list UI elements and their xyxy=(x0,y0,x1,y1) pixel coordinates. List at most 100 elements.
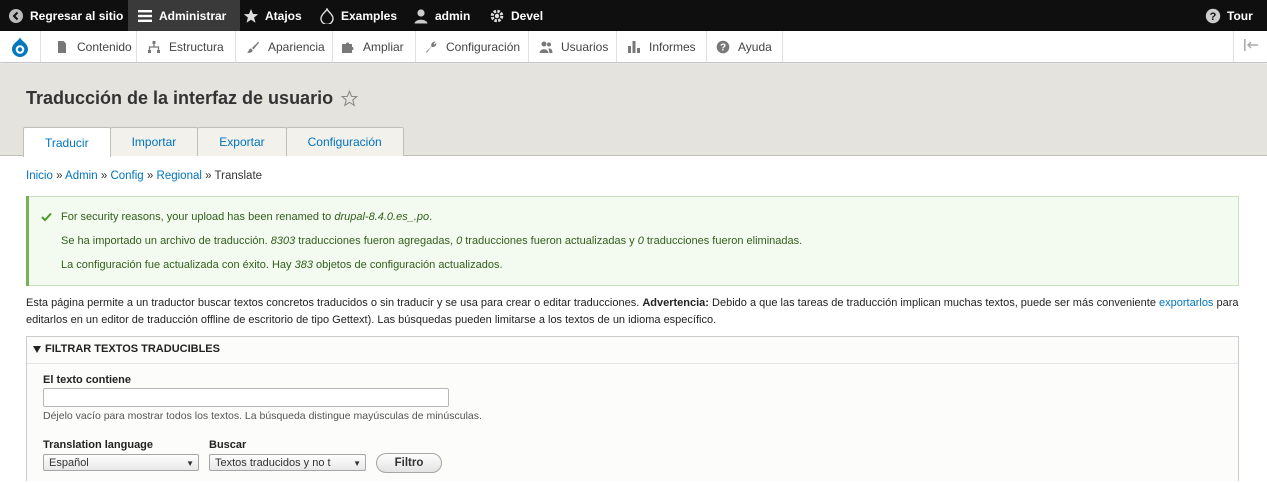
menu-item-configuracion-label: Configuración xyxy=(446,39,521,54)
added-count: 8303 xyxy=(270,235,296,247)
menu-item-apariencia-label: Apariencia xyxy=(268,39,325,54)
devel-label: Devel xyxy=(511,8,544,23)
hamburger-icon xyxy=(137,8,153,24)
breadcrumb-separator: » xyxy=(205,170,212,182)
breadcrumb-admin[interactable]: Admin xyxy=(65,170,98,182)
page-title-text: Traducción de la interfaz de usuario xyxy=(26,88,334,108)
help-icon: ? xyxy=(716,40,730,54)
tab-exportar[interactable]: Exportar xyxy=(197,127,287,156)
text-contains-input[interactable] xyxy=(43,388,449,407)
dropdown-arrow-icon: ▼ xyxy=(186,459,194,468)
intro-help-text: Esta página permite a un traductor busca… xyxy=(26,295,1241,328)
menu-item-contenido-label: Contenido xyxy=(77,39,132,54)
star-icon xyxy=(243,8,259,24)
drupal-drop-icon xyxy=(319,7,335,24)
status-text: objetos de configuración actualizados. xyxy=(312,259,503,271)
paintbrush-icon xyxy=(246,40,260,54)
config-object-count: 383 xyxy=(294,259,313,271)
examples-tab[interactable]: Examples xyxy=(319,0,397,31)
page-title: Traducción de la interfaz de usuario xyxy=(26,88,359,109)
tour-button[interactable]: ? Tour xyxy=(1205,0,1253,31)
menu-item-ayuda-label: Ayuda xyxy=(738,39,772,54)
tab-importar[interactable]: Importar xyxy=(109,127,199,156)
text-contains-description: Déjelo vacío para mostrar todos los text… xyxy=(43,410,482,422)
shortcuts-tab[interactable]: Atajos xyxy=(243,0,302,31)
menu-item-informes-label: Informes xyxy=(649,39,696,54)
menu-item-ayuda[interactable]: ? Ayuda xyxy=(707,31,783,62)
status-text: traducciones fueron agregadas, xyxy=(295,235,457,247)
question-icon: ? xyxy=(1205,8,1221,24)
wrench-icon xyxy=(424,40,438,54)
manage-tab[interactable]: Administrar xyxy=(128,0,241,31)
status-text: traducciones fueron actualizadas y xyxy=(462,235,638,247)
back-arrow-icon xyxy=(8,8,24,24)
menu-item-estructura-label: Estructura xyxy=(169,39,224,54)
status-accent-bar xyxy=(26,196,29,286)
warning-label: Advertencia: xyxy=(642,297,709,309)
user-tab[interactable]: admin xyxy=(413,0,470,31)
menu-item-ampliar-label: Ampliar xyxy=(363,39,404,54)
tab-configuracion[interactable]: Configuración xyxy=(285,127,404,156)
back-to-site-link[interactable]: Regresar al sitio xyxy=(8,0,123,31)
breadcrumb-separator: » xyxy=(146,170,154,182)
breadcrumb-separator: » xyxy=(100,170,108,182)
menu-item-contenido[interactable]: Contenido xyxy=(41,31,137,62)
filter-legend-toggle[interactable]: FILTRAR TEXTOS TRADUCIBLES xyxy=(33,343,220,355)
language-label: Translation language xyxy=(43,439,154,451)
language-select[interactable]: Español ▼ xyxy=(43,454,199,471)
menu-item-configuracion[interactable]: Configuración xyxy=(416,31,529,62)
collapse-icon xyxy=(1243,39,1259,54)
tab-traducir[interactable]: Traducir xyxy=(23,127,111,157)
svg-text:?: ? xyxy=(720,42,726,53)
page-header: Traducción de la interfaz de usuario Tra… xyxy=(0,64,1267,157)
triangle-down-icon xyxy=(33,345,41,353)
puzzle-icon xyxy=(341,40,355,54)
admin-toolbar: Regresar al sitio Administrar Atajos Exa… xyxy=(0,0,1267,31)
shortcuts-label: Atajos xyxy=(265,8,302,23)
devel-tab[interactable]: Devel xyxy=(489,0,543,31)
checkmark-icon xyxy=(41,211,52,225)
gear-icon xyxy=(489,8,505,24)
drupal-logo-icon[interactable] xyxy=(0,31,41,62)
breadcrumb-inicio[interactable]: Inicio xyxy=(26,170,53,182)
language-select-value: Español xyxy=(49,456,89,469)
status-text: . xyxy=(429,211,433,223)
status-message-import: Se ha importado un archivo de traducción… xyxy=(61,235,802,247)
menu-item-apariencia[interactable]: Apariencia xyxy=(236,31,333,62)
status-text: traducciones fueron eliminadas. xyxy=(643,235,803,247)
examples-label: Examples xyxy=(341,8,398,23)
sitemap-icon xyxy=(147,40,161,54)
breadcrumb-separator: » xyxy=(56,170,63,182)
search-type-select[interactable]: Textos traducidos y no t ▼ xyxy=(209,454,366,471)
menu-item-usuarios[interactable]: Usuarios xyxy=(529,31,617,62)
intro-text: Esta página permite a un traductor busca… xyxy=(26,297,643,309)
tour-label: Tour xyxy=(1227,8,1253,23)
status-text: Se ha importado un archivo de traducción… xyxy=(61,235,271,247)
uploaded-filename: drupal-8.4.0.es_.po xyxy=(334,211,430,223)
export-link[interactable]: exportarlos xyxy=(1159,297,1213,309)
status-messages: For security reasons, your upload has be… xyxy=(26,196,1239,286)
manage-label: Administrar xyxy=(159,8,227,23)
admin-menu-tray: Contenido Estructura Apariencia Ampliar … xyxy=(0,31,1267,63)
breadcrumb-config[interactable]: Config xyxy=(110,170,143,182)
filter-legend-label: FILTRAR TEXTOS TRADUCIBLES xyxy=(45,343,220,355)
breadcrumb-regional[interactable]: Regional xyxy=(157,170,202,182)
search-type-select-value: Textos traducidos y no t xyxy=(215,456,331,469)
dropdown-arrow-icon: ▼ xyxy=(353,459,361,468)
intro-text: Debido a que las tareas de traducción im… xyxy=(708,297,1160,309)
menu-item-informes[interactable]: Informes xyxy=(617,31,707,62)
toolbar-orientation-toggle[interactable] xyxy=(1233,31,1267,62)
add-shortcut-star-icon[interactable] xyxy=(341,90,359,107)
menu-item-estructura[interactable]: Estructura xyxy=(137,31,236,62)
status-text: La configuración fue actualizada con éxi… xyxy=(61,259,295,271)
status-message-config: La configuración fue actualizada con éxi… xyxy=(61,259,503,271)
user-label: admin xyxy=(435,8,471,23)
breadcrumb: Inicio » Admin » Config » Regional » Tra… xyxy=(26,170,262,182)
status-text: For security reasons, your upload has be… xyxy=(61,211,335,223)
search-type-label: Buscar xyxy=(209,439,247,451)
menu-item-ampliar[interactable]: Ampliar xyxy=(333,31,416,62)
people-icon xyxy=(539,40,553,54)
text-contains-label: El texto contiene xyxy=(43,374,132,386)
filter-button[interactable]: Filtro xyxy=(376,453,442,473)
primary-tabs: Traducir Importar Exportar Configuración xyxy=(23,127,404,157)
